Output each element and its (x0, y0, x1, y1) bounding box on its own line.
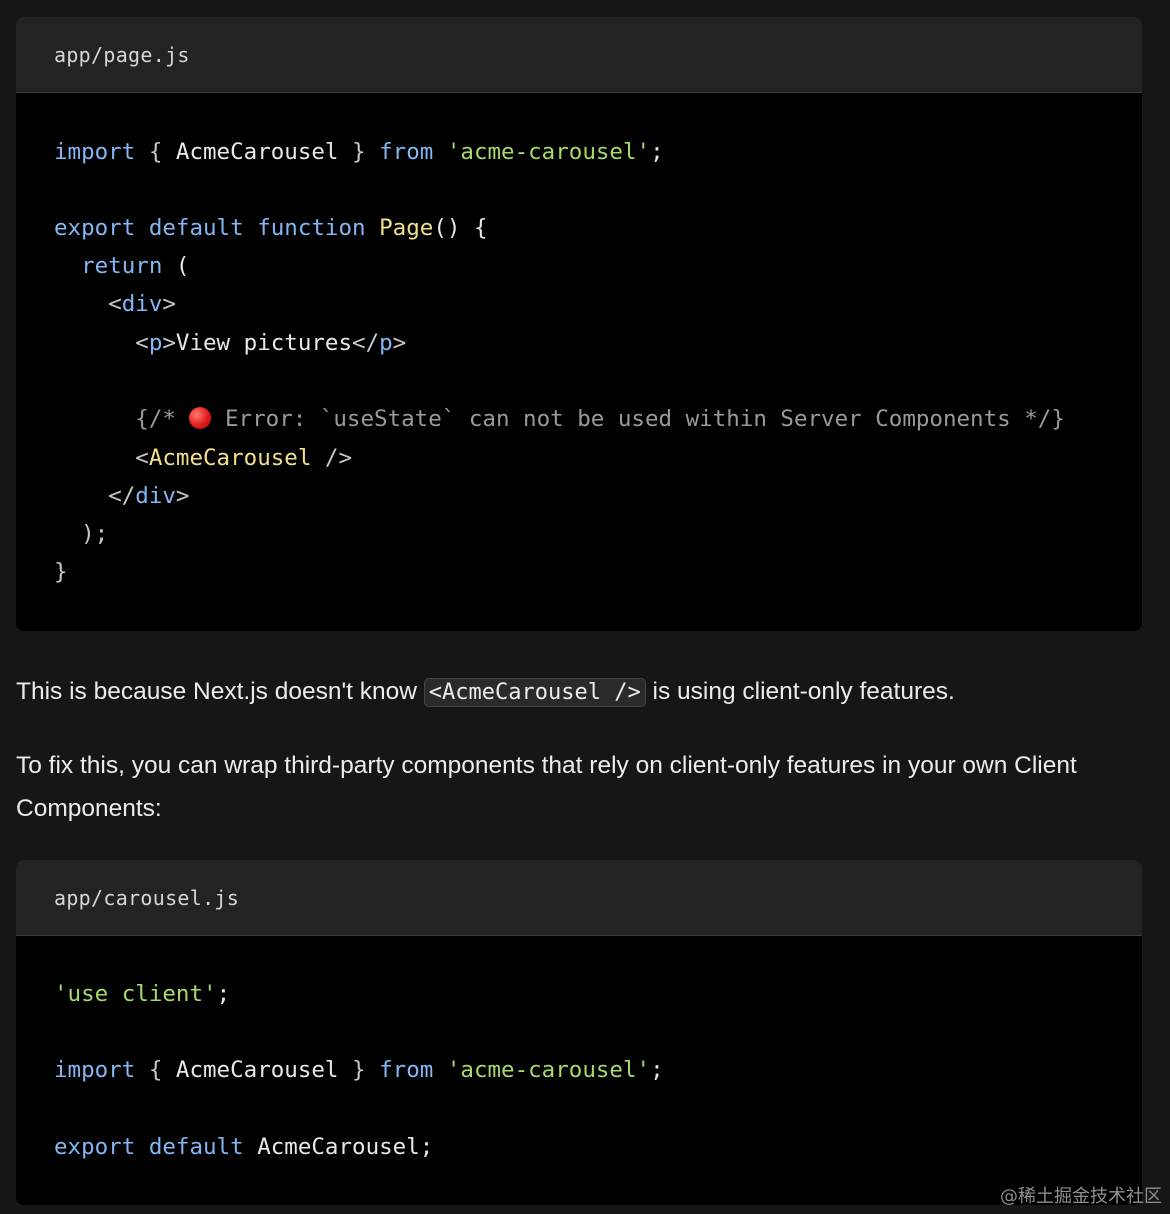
code-token: () { (433, 215, 488, 241)
code-block-page-js: app/page.js import { AcmeCarousel } from… (16, 17, 1142, 631)
code-token: AcmeCarousel; (243, 1134, 434, 1160)
code-token: > (175, 483, 190, 509)
code-line: ); (54, 519, 108, 549)
code-token: return (81, 253, 163, 279)
code-token: div (135, 483, 176, 509)
code-token: { (135, 1057, 176, 1083)
code-block-header: app/carousel.js (16, 860, 1142, 936)
code-token: } (54, 559, 68, 585)
code-token: ; (216, 981, 231, 1007)
paragraph: To fix this, you can wrap third-party co… (16, 752, 1077, 822)
code-line: <div> (54, 289, 176, 319)
code-token: div (121, 291, 163, 317)
code-token: < (135, 445, 149, 471)
code-token: AcmeCarousel (175, 1057, 339, 1083)
code-token: ( (162, 253, 190, 279)
code-token: < (135, 330, 149, 356)
code-line: } (54, 557, 68, 587)
code-token: AcmeCarousel (148, 445, 312, 471)
code-token: ); (54, 521, 109, 547)
paragraph-text: This is because Next.js doesn't know (16, 678, 424, 705)
code-token: export (54, 215, 136, 241)
code-token: { (135, 139, 176, 165)
code-token: > (162, 330, 176, 356)
code-line: import { AcmeCarousel } from 'acme-carou… (54, 137, 664, 167)
code-token: export (54, 1134, 136, 1160)
paragraph: This is because Next.js doesn't know <Ac… (16, 670, 1126, 714)
code-line: 'use client'; (54, 979, 230, 1009)
code-token: function (257, 215, 366, 241)
code-line: export default AcmeCarousel; (54, 1132, 433, 1162)
code-block-filename: app/carousel.js (54, 885, 240, 910)
code-token: from (379, 1057, 434, 1083)
code-block-body: import { AcmeCarousel } from 'acme-carou… (16, 93, 1142, 631)
code-line: {/* Error: `useState` can not be used wi… (54, 404, 1065, 434)
code-token: p (379, 330, 393, 356)
red-circle-icon (189, 407, 212, 429)
code-token: </ (108, 483, 136, 509)
code-block-filename: app/page.js (54, 42, 190, 67)
watermark: @稀土掘金技术社区 (1000, 1186, 1162, 1207)
code-token: from (379, 139, 434, 165)
code-token: /> (311, 445, 353, 471)
code-token: View pictures (175, 330, 353, 356)
code-token: default (148, 1134, 244, 1160)
code-line: </div> (54, 481, 189, 511)
code-token: default (148, 215, 244, 241)
code-token: } (338, 139, 380, 165)
code-token: ; (650, 1057, 664, 1083)
code-token: {/* (135, 406, 190, 432)
code-token: ; (650, 139, 664, 165)
code-token: import (54, 1057, 136, 1083)
code-token: > (162, 291, 176, 317)
code-token: AcmeCarousel (175, 139, 339, 165)
code-block-body: 'use client'; import { AcmeCarousel } fr… (16, 936, 1142, 1160)
code-block-carousel-js: app/carousel.js 'use client'; import { A… (16, 860, 1142, 1205)
code-token: Error: `useState` can not be used within… (211, 406, 1065, 432)
code-token: > (392, 330, 407, 356)
code-line: export default function Page() { (54, 213, 488, 243)
paragraph-text: is using client-only features. (645, 678, 955, 705)
code-line: <AcmeCarousel /> (54, 443, 352, 473)
code-line: return ( (54, 251, 189, 281)
inline-code: <AcmeCarousel /> (423, 678, 646, 707)
code-line: import { AcmeCarousel } from 'acme-carou… (54, 1055, 664, 1085)
code-token: 'acme-carousel' (446, 1057, 651, 1083)
code-token: p (148, 330, 163, 356)
code-token: Page (379, 215, 434, 241)
code-line: <p>View pictures</p> (54, 328, 406, 358)
code-token: import (54, 139, 136, 165)
code-token: } (338, 1057, 380, 1083)
code-token: < (108, 291, 122, 317)
code-token: 'use client' (54, 981, 217, 1007)
code-token: </ (352, 330, 380, 356)
code-token: 'acme-carousel' (446, 139, 651, 165)
code-block-header: app/page.js (16, 17, 1142, 93)
